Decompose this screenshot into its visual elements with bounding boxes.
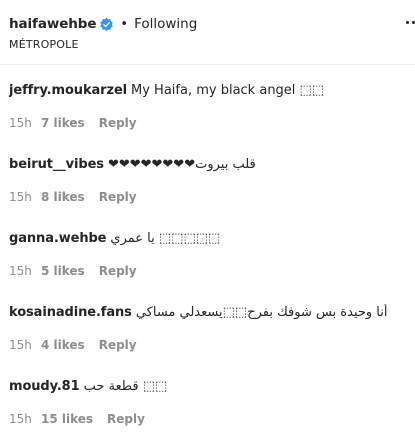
comment-meta: 15h 15 likes Reply (9, 412, 145, 426)
header-separator: • (120, 16, 129, 32)
comment-username[interactable]: moudy.81 (9, 379, 80, 394)
comment-text: أنا وحيدة بس شوفك بفرح⬚⬚يسعدلي مساكي (135, 305, 388, 320)
comment-meta: 15h 4 likes Reply (9, 338, 137, 352)
comment-item: moudy.81 قطعة حب ⬚⬚ 15h 15 likes Reply (0, 361, 415, 435)
comment-item: jeffry.moukarzel My Haifa, my black angel… (0, 65, 415, 139)
comment-line: kosainadine.fans أنا وحيدة بس شوفك بفرح⬚⬚… (9, 304, 405, 322)
reply-button[interactable]: Reply (99, 190, 137, 204)
comment-username[interactable]: ganna.wehbe (9, 231, 107, 246)
post-location[interactable]: MÉTROPOLE (9, 38, 79, 51)
comment-line: beirut__vibes ❤❤❤❤❤❤❤❤قلب بيروت (9, 156, 405, 174)
post-header: haifawehbe • Following MÉTROPOLE (0, 0, 415, 65)
comment-line: jeffry.moukarzel My Haifa, my black angel… (9, 82, 405, 100)
comment-list: jeffry.moukarzel My Haifa, my black angel… (0, 65, 415, 435)
comment-time[interactable]: 15h (9, 116, 41, 130)
reply-button[interactable]: Reply (99, 116, 137, 130)
reply-button[interactable]: Reply (107, 412, 145, 426)
comment-text: يا عمري ⬚⬚⬚⬚⬚ (110, 231, 221, 246)
comment-username[interactable]: beirut__vibes (9, 157, 104, 172)
reply-button[interactable]: Reply (99, 338, 137, 352)
comment-likes[interactable]: 5 likes (41, 264, 85, 278)
comment-text: My Haifa, my black angel ⬚⬚ (131, 83, 325, 98)
comment-text: قطعة حب ⬚⬚ (83, 379, 168, 394)
more-dot (406, 21, 409, 24)
comment-meta: 15h 5 likes Reply (9, 264, 137, 278)
comment-time[interactable]: 15h (9, 190, 41, 204)
comment-time[interactable]: 15h (9, 338, 41, 352)
comment-meta: 15h 8 likes Reply (9, 190, 137, 204)
comment-likes[interactable]: 4 likes (41, 338, 85, 352)
comment-username[interactable]: jeffry.moukarzel (9, 83, 127, 98)
comment-likes[interactable]: 15 likes (41, 412, 93, 426)
instagram-post-comments: haifawehbe • Following MÉTROPOLE jeffry.… (0, 0, 415, 437)
comment-item: kosainadine.fans أنا وحيدة بس شوفك بفرح⬚⬚… (0, 287, 415, 361)
comment-meta: 15h 7 likes Reply (9, 116, 137, 130)
comment-time[interactable]: 15h (9, 264, 41, 278)
comment-time[interactable]: 15h (9, 412, 41, 426)
comment-likes[interactable]: 7 likes (41, 116, 85, 130)
comment-username[interactable]: kosainadine.fans (9, 305, 132, 320)
comment-item: ganna.wehbe يا عمري ⬚⬚⬚⬚⬚ 15h 5 likes Rep… (0, 213, 415, 287)
reply-button[interactable]: Reply (99, 264, 137, 278)
more-options-icon[interactable] (406, 21, 415, 24)
post-author-username[interactable]: haifawehbe (9, 16, 96, 32)
comment-text: ❤❤❤❤❤❤❤❤قلب بيروت (107, 157, 256, 172)
header-user-row: haifawehbe • Following (9, 15, 197, 33)
following-button[interactable]: Following (134, 16, 197, 32)
verified-badge-icon (100, 17, 114, 31)
comment-line: ganna.wehbe يا عمري ⬚⬚⬚⬚⬚ (9, 230, 405, 248)
comment-line: moudy.81 قطعة حب ⬚⬚ (9, 378, 405, 396)
comment-likes[interactable]: 8 likes (41, 190, 85, 204)
comment-item: beirut__vibes ❤❤❤❤❤❤❤❤قلب بيروت 15h 8 lik… (0, 139, 415, 213)
